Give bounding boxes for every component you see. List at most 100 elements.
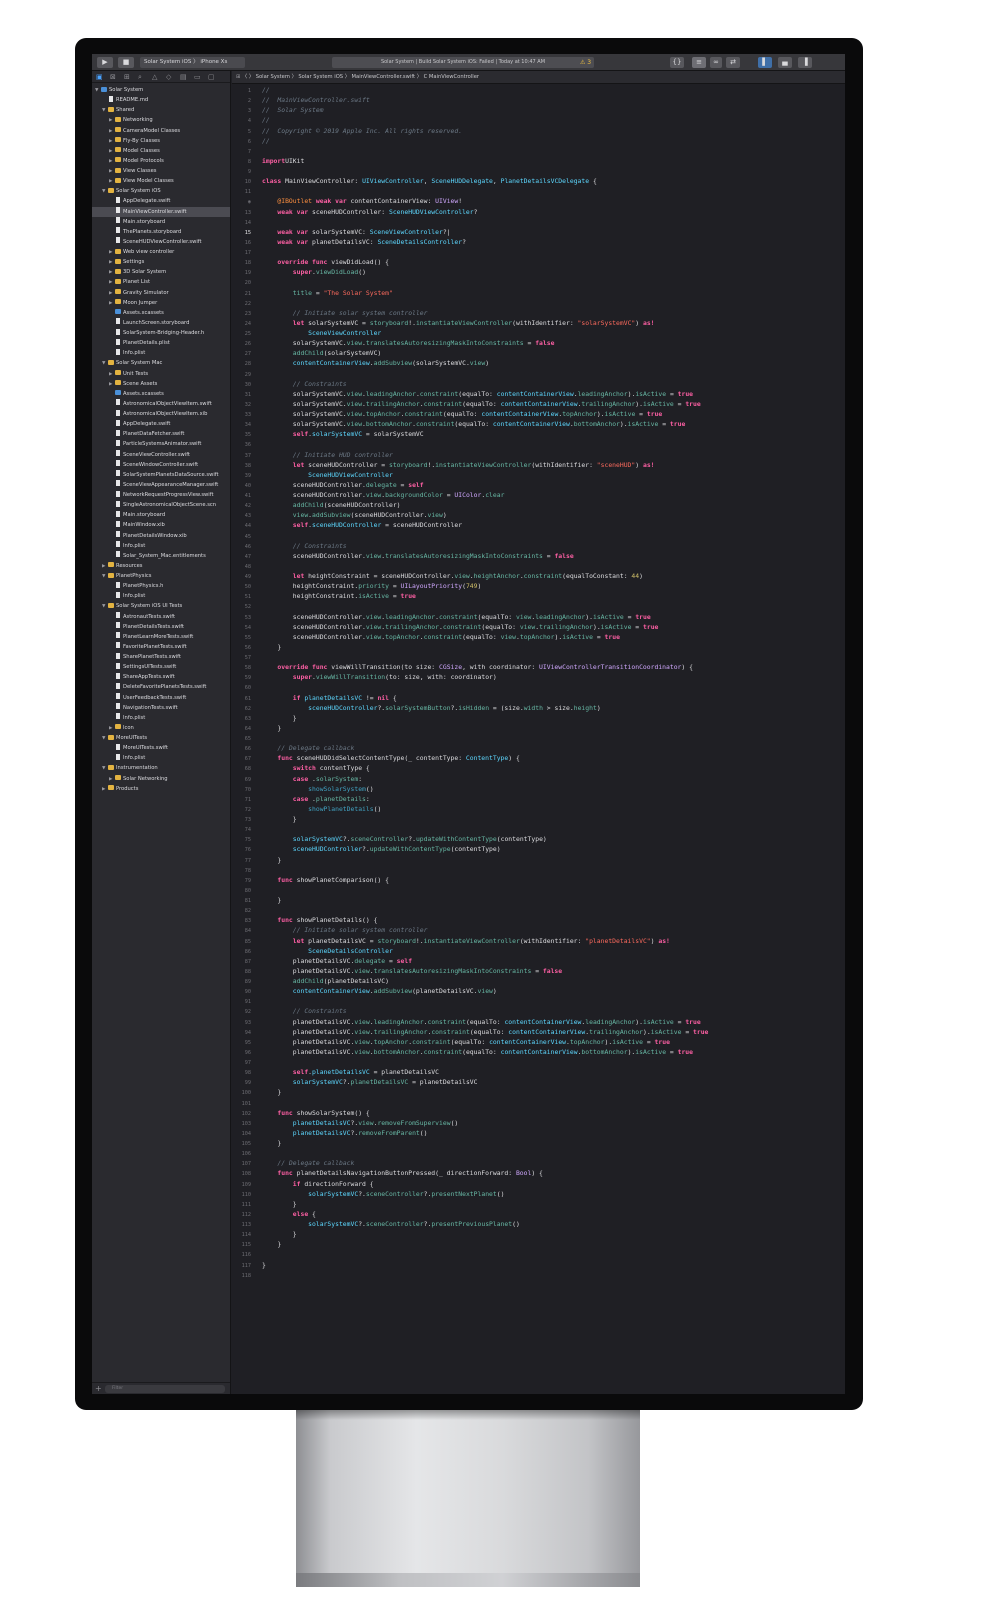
file-tree-item[interactable]: ▼ Solar System Mac <box>92 358 230 368</box>
code-line[interactable]: 39 SceneHUDViewController <box>232 470 845 480</box>
file-tree-item[interactable]: ▶ View Model Classes <box>92 176 230 186</box>
file-tree-item[interactable]: ThePlanets.storyboard <box>92 227 230 237</box>
code-line[interactable]: 30 // Constraints <box>232 379 845 389</box>
code-line[interactable]: 103 planetDetailsVC?.view.removeFromSupe… <box>232 1118 845 1128</box>
code-line[interactable]: 25 SceneViewController <box>232 328 845 338</box>
code-line[interactable]: 118 <box>232 1270 845 1280</box>
file-tree-item[interactable]: PlanetPhysics.h <box>92 581 230 591</box>
file-tree-item[interactable]: SingleAstronomicalObjectScene.scn <box>92 500 230 510</box>
file-tree-item[interactable]: ▼ Solar System iOS UI Tests <box>92 601 230 611</box>
code-line[interactable]: 99 solarSystemVC?.planetDetailsVC = plan… <box>232 1077 845 1087</box>
file-tree-item[interactable]: ▶ View Classes <box>92 166 230 176</box>
code-line[interactable]: 82 <box>232 905 845 915</box>
code-line[interactable]: 86 SceneDetailsController <box>232 946 845 956</box>
file-tree-item[interactable]: ▶ Scene Assets <box>92 379 230 389</box>
file-tree-item[interactable]: PlanetDetailsWindow.xib <box>92 531 230 541</box>
code-line[interactable]: 41 sceneHUDController.view.backgroundCol… <box>232 490 845 500</box>
standard-editor-button[interactable]: ≡ <box>692 57 706 68</box>
code-line[interactable]: 22 <box>232 298 845 308</box>
code-line[interactable]: 57 <box>232 652 845 662</box>
code-line[interactable]: 3// Solar System <box>232 105 845 115</box>
code-line[interactable]: 44 self.sceneHUDController = sceneHUDCon… <box>232 520 845 530</box>
file-tree-item[interactable]: Assets.xcassets <box>92 308 230 318</box>
code-line[interactable]: 58 override func viewWillTransition(to s… <box>232 662 845 672</box>
code-line[interactable]: 56 } <box>232 642 845 652</box>
code-line[interactable]: 26 solarSystemVC.view.translatesAutoresi… <box>232 338 845 348</box>
code-line[interactable]: 51 heightConstraint.isActive = true <box>232 591 845 601</box>
navigator-toggle[interactable]: ▌ <box>758 57 772 68</box>
file-tree-item[interactable]: PlanetDetails.plist <box>92 338 230 348</box>
code-line[interactable]: 79 func showPlanetComparison() { <box>232 875 845 885</box>
code-line[interactable]: 104 planetDetailsVC?.removeFromParent() <box>232 1128 845 1138</box>
file-tree-item[interactable]: AstronomicalObjectViewItem.xib <box>92 409 230 419</box>
code-line[interactable]: 93 planetDetailsVC.view.leadingAnchor.co… <box>232 1017 845 1027</box>
file-tree-item[interactable]: SettingsUITests.swift <box>92 662 230 672</box>
code-line[interactable]: 108 func planetDetailsNavigationButtonPr… <box>232 1168 845 1178</box>
file-tree-item[interactable]: ▶ Resources <box>92 561 230 571</box>
code-line[interactable]: 74 <box>232 824 845 834</box>
inspector-toggle[interactable]: ▐ <box>798 57 812 68</box>
code-line[interactable]: 32 solarSystemVC.view.trailingAnchor.con… <box>232 399 845 409</box>
file-tree-item[interactable]: SolarSystemPlanetsDataSource.swift <box>92 470 230 480</box>
code-line[interactable]: 21 title = "The Solar System" <box>232 288 845 298</box>
code-line[interactable]: 29 <box>232 369 845 379</box>
file-tree-item[interactable]: SceneHUDViewController.swift <box>92 237 230 247</box>
code-line[interactable]: 64 } <box>232 723 845 733</box>
code-line[interactable]: 63 } <box>232 713 845 723</box>
file-tree-item[interactable]: ▶ Moon Jumper <box>92 298 230 308</box>
code-line[interactable]: 50 heightConstraint.priority = UILayoutP… <box>232 581 845 591</box>
code-line[interactable]: 94 planetDetailsVC.view.trailingAnchor.c… <box>232 1027 845 1037</box>
file-tree-item[interactable]: AppDelegate.swift <box>92 196 230 206</box>
report-icon[interactable]: ▢ <box>208 73 215 81</box>
code-line[interactable]: 78 <box>232 865 845 875</box>
version-editor-button[interactable]: ⇄ <box>726 57 740 68</box>
code-line[interactable]: 113 solarSystemVC?.sceneController?.pres… <box>232 1219 845 1229</box>
code-line[interactable]: 110 solarSystemVC?.sceneController?.pres… <box>232 1189 845 1199</box>
code-line[interactable]: 87 planetDetailsVC.delegate = self <box>232 956 845 966</box>
code-line[interactable]: 71 case .planetDetails: <box>232 794 845 804</box>
code-line[interactable]: 1// <box>232 85 845 95</box>
code-line[interactable]: 36 <box>232 439 845 449</box>
run-button[interactable]: ▶ <box>97 57 113 68</box>
file-tree-item[interactable]: ▶ Networking <box>92 115 230 125</box>
code-line[interactable]: ◉ @IBOutlet weak var contentContainerVie… <box>232 196 845 206</box>
add-icon[interactable]: + <box>95 1384 102 1393</box>
file-tree-item[interactable]: ▼ MoreUITests <box>92 733 230 743</box>
code-line[interactable]: 53 sceneHUDController.view.leadingAnchor… <box>232 612 845 622</box>
code-line[interactable]: 52 <box>232 601 845 611</box>
code-line[interactable]: 69 case .solarSystem: <box>232 774 845 784</box>
code-line[interactable]: 81 } <box>232 895 845 905</box>
file-tree-item[interactable]: ▶ Unit Tests <box>92 369 230 379</box>
code-line[interactable]: 15 weak var solarSystemVC: SceneViewCont… <box>232 227 845 237</box>
code-line[interactable]: 42 addChild(sceneHUDController) <box>232 500 845 510</box>
file-tree-item[interactable]: ▶ Model Classes <box>92 146 230 156</box>
code-line[interactable]: 114 } <box>232 1229 845 1239</box>
file-tree-item[interactable]: README.md <box>92 95 230 105</box>
library-button[interactable]: {} <box>670 57 684 68</box>
file-tree-item[interactable]: Info.plist <box>92 753 230 763</box>
code-line[interactable]: 17 <box>232 247 845 257</box>
file-tree-item[interactable]: PlanetDetailsTests.swift <box>92 622 230 632</box>
code-line[interactable]: 73 } <box>232 814 845 824</box>
file-tree-item[interactable]: Info.plist <box>92 713 230 723</box>
code-line[interactable]: 13 weak var sceneHUDController: SceneHUD… <box>232 207 845 217</box>
code-line[interactable]: 105 } <box>232 1138 845 1148</box>
code-line[interactable]: 98 self.planetDetailsVC = planetDetailsV… <box>232 1067 845 1077</box>
code-line[interactable]: 33 solarSystemVC.view.topAnchor.constrai… <box>232 409 845 419</box>
warning-badge[interactable]: ⚠ 3 <box>580 57 591 68</box>
code-line[interactable]: 107 // Delegate callback <box>232 1158 845 1168</box>
code-line[interactable]: 47 sceneHUDController.view.translatesAut… <box>232 551 845 561</box>
file-tree-item[interactable]: PlanetDataFetcher.swift <box>92 429 230 439</box>
file-tree-item[interactable]: ▶ Settings <box>92 257 230 267</box>
code-line[interactable]: 90 contentContainerView.addSubview(plane… <box>232 986 845 996</box>
file-tree-item[interactable]: ▶ Gravity Simulator <box>92 288 230 298</box>
file-tree-item[interactable]: SharePlanetTests.swift <box>92 652 230 662</box>
code-line[interactable]: 65 <box>232 733 845 743</box>
file-tree-item[interactable]: NavigationTests.swift <box>92 703 230 713</box>
code-line[interactable]: 102 func showSolarSystem() { <box>232 1108 845 1118</box>
code-line[interactable]: 24 let solarSystemVC = storyboard!.insta… <box>232 318 845 328</box>
file-tree-item[interactable]: Info.plist <box>92 541 230 551</box>
code-line[interactable]: 48 <box>232 561 845 571</box>
file-tree-item[interactable]: ▶ Web view controller <box>92 247 230 257</box>
code-line[interactable]: 77 } <box>232 855 845 865</box>
